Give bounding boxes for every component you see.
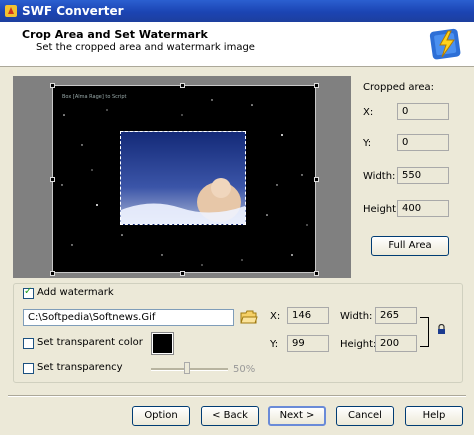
footer-separator — [8, 395, 466, 397]
crop-handle-bottom-left[interactable] — [50, 271, 55, 276]
cancel-button[interactable]: Cancel — [336, 406, 394, 426]
full-area-button[interactable]: Full Area — [371, 236, 449, 256]
next-button[interactable]: Next > — [268, 406, 326, 426]
crop-height-field[interactable]: 400 — [397, 200, 449, 217]
transparent-color-swatch[interactable] — [151, 332, 174, 355]
page-title: Crop Area and Set Watermark — [22, 28, 208, 41]
transparent-color-label: Set transparent color — [37, 337, 143, 348]
cropped-area-label: Cropped area: — [363, 82, 435, 93]
app-icon — [5, 5, 17, 17]
crop-handle-left[interactable] — [50, 177, 55, 182]
add-watermark-checkbox[interactable] — [23, 286, 34, 299]
folder-open-icon[interactable] — [240, 309, 258, 325]
crop-handle-bottom[interactable] — [180, 271, 185, 276]
watermark-file-field[interactable]: C:\Softpedia\Softnews.Gif — [23, 309, 234, 326]
watermark-width-label: Width: — [340, 311, 373, 322]
add-watermark-label: Add watermark — [37, 287, 114, 298]
watermark-x-label: X: — [270, 311, 281, 322]
wizard-header: Crop Area and Set Watermark Set the crop… — [0, 22, 474, 67]
help-button[interactable]: Help — [405, 406, 463, 426]
crop-handle-top-right[interactable] — [314, 83, 319, 88]
crop-handle-top[interactable] — [180, 83, 185, 88]
crop-x-label: X: — [363, 107, 374, 118]
transparency-slider-thumb[interactable] — [184, 362, 190, 374]
converter-logo-icon — [429, 28, 461, 60]
crop-x-field[interactable]: 0 — [397, 103, 449, 120]
crop-handle-right[interactable] — [314, 177, 319, 182]
watermark-x-field[interactable]: 146 — [287, 307, 329, 324]
crop-y-label: Y: — [363, 138, 372, 149]
transparency-value: 50% — [233, 364, 256, 375]
crop-handle-bottom-right[interactable] — [314, 271, 319, 276]
option-button[interactable]: Option — [132, 406, 190, 426]
watermark-height-label: Height: — [340, 339, 377, 350]
page-subtitle: Set the cropped area and watermark image — [36, 42, 255, 53]
lock-icon[interactable] — [437, 324, 446, 335]
watermark-y-label: Y: — [270, 339, 279, 350]
crop-width-label: Width: — [363, 171, 396, 182]
window-title: SWF Converter — [22, 4, 124, 18]
crop-selection-frame[interactable] — [52, 85, 316, 273]
watermark-height-field[interactable]: 200 — [375, 335, 417, 352]
crop-y-field[interactable]: 0 — [397, 134, 449, 151]
crop-height-label: Height: — [363, 204, 400, 215]
transparent-color-checkbox[interactable] — [23, 338, 34, 349]
crop-width-field[interactable]: 550 — [397, 167, 449, 184]
title-bar: SWF Converter — [0, 0, 474, 22]
set-transparency-label: Set transparency — [37, 362, 123, 373]
watermark-y-field[interactable]: 99 — [287, 335, 329, 352]
aspect-ratio-bracket — [420, 317, 429, 347]
set-transparency-checkbox[interactable] — [23, 363, 34, 374]
crop-handle-top-left[interactable] — [50, 83, 55, 88]
back-button[interactable]: < Back — [201, 406, 259, 426]
watermark-width-field[interactable]: 265 — [375, 307, 417, 324]
